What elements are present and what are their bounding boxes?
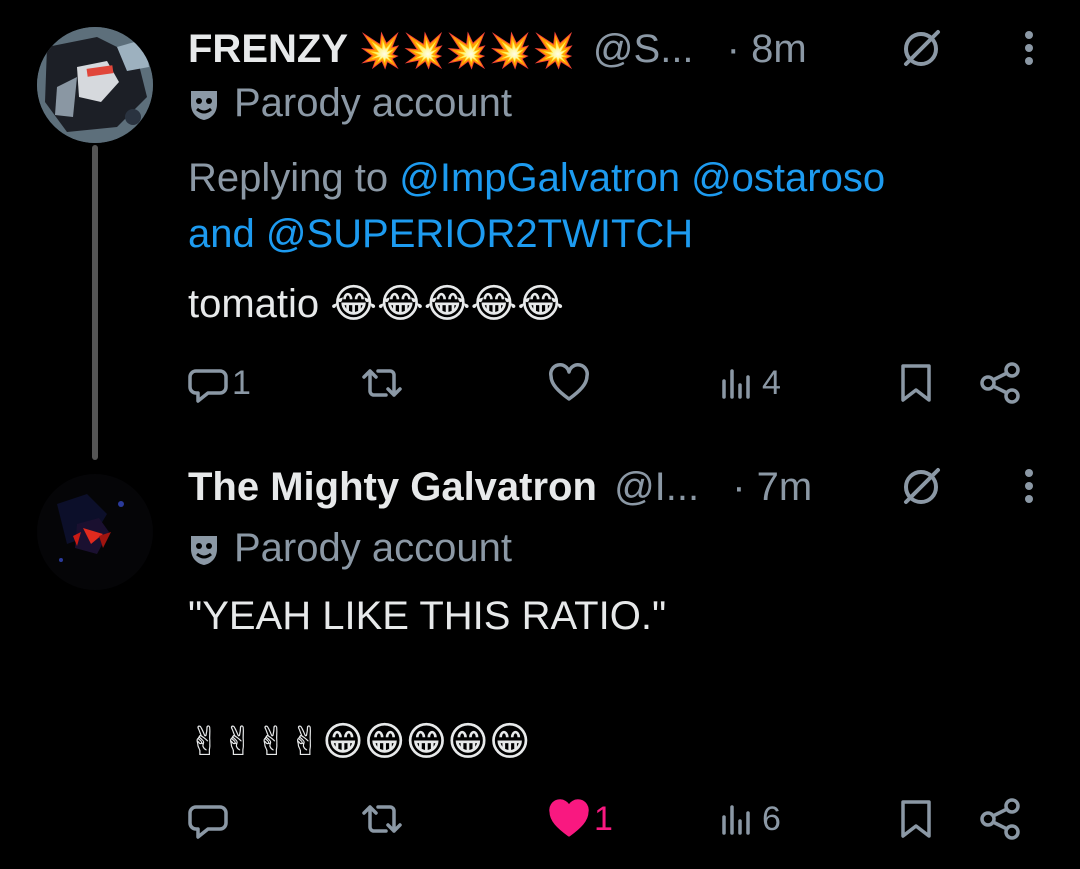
like-button[interactable] — [548, 358, 594, 408]
avatar[interactable] — [37, 474, 153, 590]
views-icon — [722, 805, 750, 835]
share-icon — [980, 362, 1020, 404]
views-icon — [722, 369, 750, 399]
share-button[interactable] — [978, 794, 1022, 844]
tweet-header: The Mighty Galvatron @I... · 7m — [188, 462, 1048, 512]
parody-text: Parody account — [234, 526, 512, 570]
display-name[interactable]: The Mighty Galvatron — [188, 465, 597, 509]
bookmark-icon — [901, 364, 931, 402]
reply-icon — [188, 805, 228, 839]
tweet-emoji: 😂😂😂😂😂 — [330, 281, 564, 327]
mention-link[interactable]: @ostaroso — [691, 156, 885, 200]
more-icon[interactable] — [1022, 28, 1036, 80]
tweet[interactable]: The Mighty Galvatron @I... · 7m Parody a… — [0, 450, 1080, 869]
views-button[interactable]: 4 — [718, 358, 781, 408]
share-icon — [980, 798, 1020, 840]
timestamp[interactable]: · 8m — [727, 27, 807, 71]
bookmark-button[interactable] — [898, 358, 934, 408]
retweet-button[interactable] — [358, 358, 410, 408]
thread-line — [92, 145, 98, 460]
tweet-header: FRENZY 💥💥💥💥💥 @S... · 8m — [188, 24, 1048, 74]
like-count: 1 — [594, 799, 613, 838]
replying-to: Replying to @ImpGalvatron @ostaroso and … — [188, 150, 1048, 262]
views-button[interactable]: 6 — [718, 794, 781, 844]
more-icon[interactable] — [1022, 466, 1036, 518]
tweet-text-content: tomatio — [188, 282, 320, 326]
bookmark-button[interactable] — [898, 794, 934, 844]
tweet-emoji: ✌✌✌✌😁😁😁😁😁 — [188, 719, 531, 765]
timestamp[interactable]: · 7m — [732, 465, 812, 509]
like-button[interactable]: 1 — [548, 794, 613, 844]
tweet[interactable]: FRENZY 💥💥💥💥💥 @S... · 8m Parody account R… — [0, 0, 1080, 460]
parody-mask-icon — [191, 91, 217, 120]
view-count: 6 — [762, 799, 781, 838]
share-button[interactable] — [978, 358, 1022, 408]
action-bar: 1 6 — [188, 794, 1048, 844]
no-reply-icon — [898, 26, 944, 84]
reply-icon — [188, 369, 228, 403]
replying-prefix: Replying to — [188, 156, 389, 200]
handle[interactable]: @S... — [593, 27, 694, 71]
mention-link[interactable]: @ImpGalvatron — [399, 156, 680, 200]
view-count: 4 — [762, 363, 781, 402]
action-bar: 1 4 — [188, 358, 1048, 408]
display-name[interactable]: FRENZY — [188, 27, 348, 71]
parody-mask-icon — [191, 536, 217, 565]
like-icon — [549, 799, 589, 837]
bookmark-icon — [901, 800, 931, 838]
tweet-text: tomatio 😂😂😂😂😂 — [188, 278, 564, 330]
retweet-icon — [362, 369, 402, 397]
tweet-text-content: "YEAH LIKE THIS RATIO." — [188, 594, 667, 638]
replying-and[interactable]: and — [188, 212, 255, 256]
reply-button[interactable] — [188, 794, 232, 844]
retweet-button[interactable] — [358, 794, 410, 844]
reply-count: 1 — [232, 363, 251, 402]
tweet-text: "YEAH LIKE THIS RATIO." — [188, 590, 666, 642]
retweet-icon — [362, 805, 402, 833]
parody-label: Parody account — [188, 523, 512, 573]
like-icon — [549, 363, 589, 401]
handle[interactable]: @I... — [614, 465, 699, 509]
parody-text: Parody account — [234, 81, 512, 125]
no-reply-icon — [898, 464, 944, 522]
avatar[interactable] — [37, 27, 153, 143]
mention-link[interactable]: @SUPERIOR2TWITCH — [266, 212, 693, 256]
parody-label: Parody account — [188, 78, 512, 128]
name-decoration: 💥💥💥💥💥 — [359, 31, 576, 71]
reply-button[interactable]: 1 — [188, 358, 251, 408]
